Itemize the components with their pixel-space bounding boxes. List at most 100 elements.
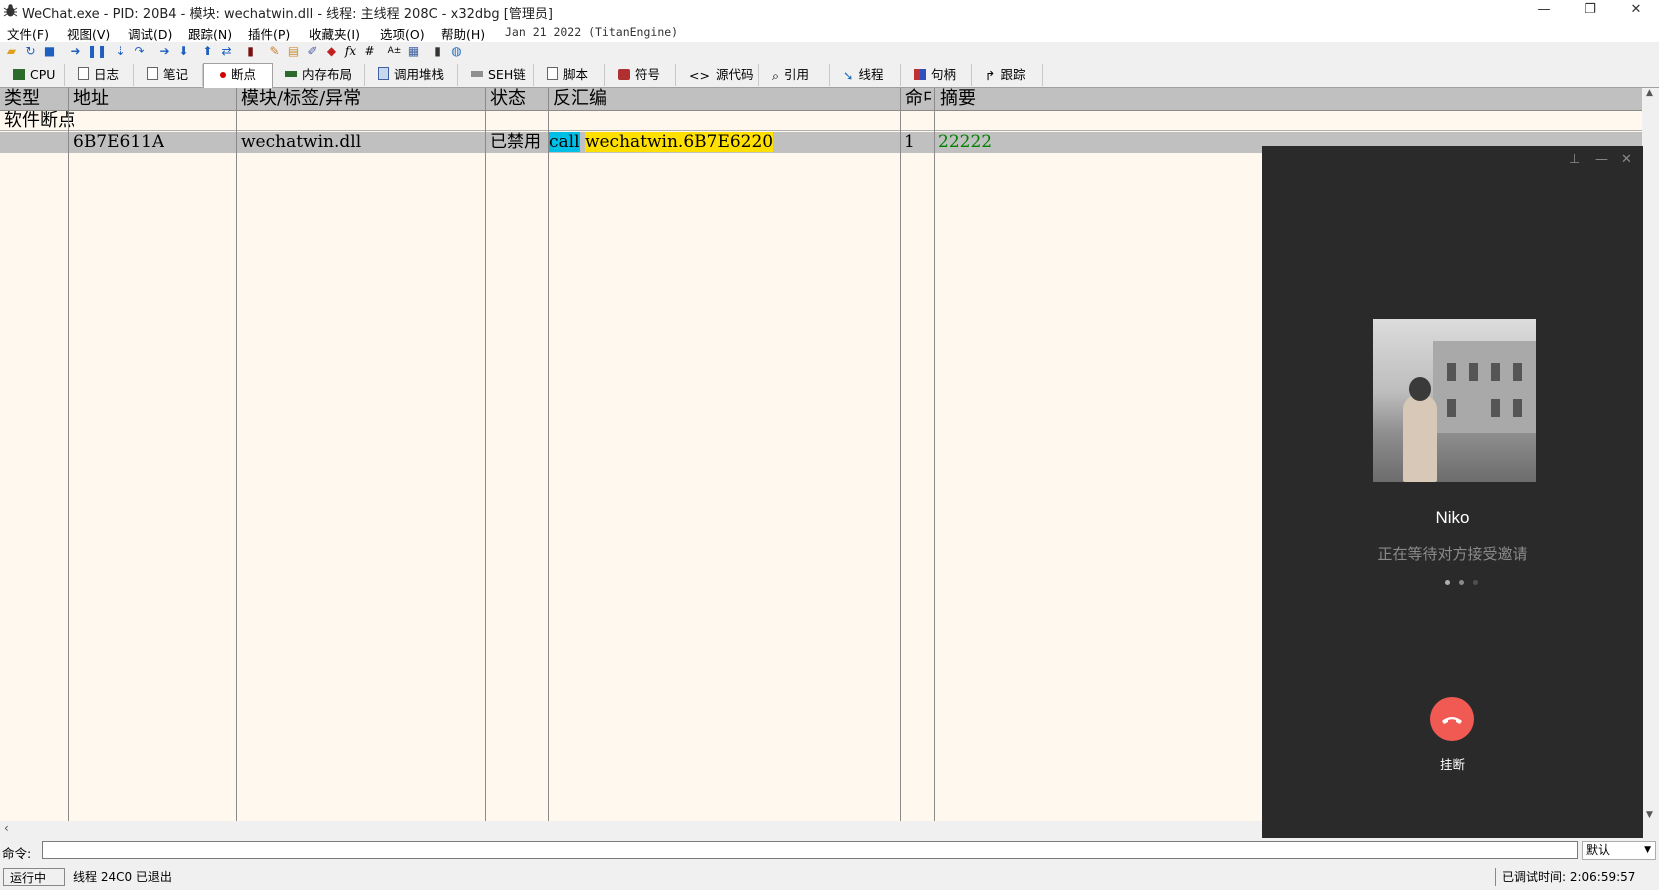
step-into-icon[interactable]: ⇣ (113, 44, 128, 59)
tab-references[interactable]: ⌕ 引用 (759, 64, 830, 86)
menu-debug[interactable]: 调试(D) (128, 24, 172, 43)
menu-help[interactable]: 帮助(H) (441, 24, 485, 43)
tab-label: 日志 (94, 67, 120, 82)
notes-icon (147, 67, 158, 80)
tab-symbols[interactable]: 符号 (605, 64, 676, 86)
column-summary[interactable]: 摘要 (936, 88, 1240, 110)
scroll-left-icon[interactable]: ‹ (4, 821, 9, 835)
hash-icon[interactable]: # (362, 44, 377, 59)
hangup-button[interactable] (1430, 697, 1474, 741)
cell-hits: 1 (904, 132, 915, 152)
column-divider (485, 88, 486, 821)
vertical-scrollbar[interactable]: ▲ ▼ (1642, 88, 1659, 838)
menu-options[interactable]: 选项(O) (380, 24, 425, 43)
column-disasm[interactable]: 反汇编 (549, 88, 900, 110)
label-icon[interactable]: ✐ (305, 44, 320, 59)
calculator-icon-2[interactable]: ▮ (430, 44, 445, 59)
font-icon[interactable]: A± (387, 44, 402, 59)
menu-view[interactable]: 视图(V) (67, 24, 110, 43)
wechat-call-window: ⊥ — ✕ Niko 正在等待对方接受邀请 挂断 (1262, 146, 1643, 838)
tab-label: 调用堆栈 (394, 67, 445, 82)
tab-handles[interactable]: 句柄 (901, 64, 972, 86)
patch-icon[interactable]: ✎ (267, 44, 282, 59)
column-hits[interactable]: 命中 (901, 88, 931, 110)
source-icon: <> (689, 68, 710, 83)
scylla-icon[interactable]: ▮ (243, 44, 258, 59)
calculator-icon[interactable]: ▦ (406, 44, 421, 59)
toolbar: ▰ ↻ ■ ➜ ❚❚ ⇣ ↷ ➔ ⬇ ⬆ ⇄ ▮ ✎ ▤ ✐ ◆ fx # A±… (0, 42, 1659, 62)
trace-over-icon[interactable]: ⬇ (176, 44, 191, 59)
command-input[interactable] (42, 841, 1578, 859)
avatar-head (1409, 377, 1431, 401)
close-button[interactable]: ✕ (1613, 0, 1659, 22)
run-to-user-code-icon[interactable]: ⇄ (219, 44, 234, 59)
tab-notes[interactable]: 笔记 (134, 64, 203, 86)
pause-icon[interactable]: ❚❚ (87, 44, 107, 59)
divider (0, 130, 1642, 131)
threads-icon: ➘ (843, 68, 854, 83)
loading-dot (1459, 580, 1464, 585)
tab-source[interactable]: <> 源代码 (676, 64, 759, 86)
contact-avatar (1373, 319, 1536, 482)
tab-cpu[interactable]: CPU (0, 64, 65, 86)
cell-module: wechatwin.dll (241, 132, 362, 152)
menu-file[interactable]: 文件(F) (7, 24, 49, 43)
tab-bar: CPU 日志 笔记 断点 内存布局 调用堆栈 SEH链 脚本 符号 <> 源代码 … (0, 63, 1659, 89)
tab-call-stack[interactable]: 调用堆栈 (365, 64, 458, 86)
minimize-call-button[interactable]: — (1595, 152, 1608, 167)
restart-icon[interactable]: ↻ (23, 44, 38, 59)
group-software-breakpoints: 软件断点 (4, 111, 74, 130)
contact-name: Niko (1435, 508, 1470, 527)
globe-icon[interactable]: ◍ (449, 44, 464, 59)
search-icon: ⌕ (772, 68, 780, 83)
tab-breakpoints[interactable]: 断点 (203, 63, 273, 89)
tab-seh-chain[interactable]: SEH链 (458, 64, 534, 86)
run-icon[interactable]: ➜ (68, 44, 83, 59)
menu-trace[interactable]: 跟踪(N) (188, 24, 232, 43)
command-bar: 命令: 默认 ▼ (0, 839, 1659, 863)
menu-favorites[interactable]: 收藏夹(I) (309, 24, 360, 43)
execute-till-return-icon[interactable]: ⬆ (200, 44, 215, 59)
tab-label: 源代码 (715, 67, 754, 82)
command-mode-select[interactable]: 默认 ▼ (1582, 841, 1656, 860)
column-address[interactable]: 地址 (69, 88, 236, 110)
cell-summary: 22222 (938, 132, 993, 152)
tab-script[interactable]: 脚本 (534, 64, 605, 86)
tab-label: 引用 (784, 67, 810, 82)
call-stack-icon (378, 67, 389, 80)
open-icon[interactable]: ▰ (4, 44, 19, 59)
column-module[interactable]: 模块/标签/异常 (237, 88, 485, 110)
scroll-up-icon[interactable]: ▲ (1646, 88, 1653, 98)
loading-dot (1445, 580, 1450, 585)
step-over-icon[interactable]: ↷ (132, 44, 147, 59)
pin-icon[interactable]: ⊥ (1569, 152, 1580, 167)
chevron-down-icon: ▼ (1644, 845, 1651, 855)
minimize-button[interactable]: — (1521, 0, 1567, 22)
disasm-mnemonic: call (549, 132, 580, 152)
restore-button[interactable]: ❐ (1567, 0, 1613, 22)
cpu-icon (13, 69, 25, 80)
trace-into-icon[interactable]: ➔ (157, 44, 172, 59)
function-icon[interactable]: fx (343, 44, 358, 59)
bug-icon (3, 4, 18, 17)
menu-plugins[interactable]: 插件(P) (248, 24, 290, 43)
tab-log[interactable]: 日志 (65, 64, 134, 86)
scroll-down-icon[interactable]: ▼ (1646, 810, 1653, 820)
comment-icon[interactable]: ▤ (286, 44, 301, 59)
close-call-button[interactable]: ✕ (1621, 152, 1632, 167)
tab-label: 笔记 (163, 67, 189, 82)
tab-threads[interactable]: ➘ 线程 (830, 64, 901, 86)
stop-icon[interactable]: ■ (42, 44, 57, 59)
window-title: WeChat.exe - PID: 20B4 - 模块: wechatwin.d… (22, 7, 553, 22)
phone-hangup-icon (1442, 717, 1462, 724)
tab-memory-map[interactable]: 内存布局 (272, 64, 365, 86)
avatar-background (1433, 341, 1536, 433)
tab-label: 跟踪 (1000, 67, 1026, 82)
status-elapsed: 已调试时间: 2:06:59:57 (1495, 868, 1659, 886)
tab-label: 内存布局 (302, 67, 353, 82)
column-state[interactable]: 状态 (486, 88, 548, 110)
column-type[interactable]: 类型 (0, 88, 68, 110)
bookmark-icon[interactable]: ◆ (324, 44, 339, 59)
tab-trace[interactable]: ↱ 跟踪 (972, 64, 1043, 86)
table-header: 类型 地址 模块/标签/异常 状态 反汇编 命中 摘要 (0, 88, 1642, 111)
